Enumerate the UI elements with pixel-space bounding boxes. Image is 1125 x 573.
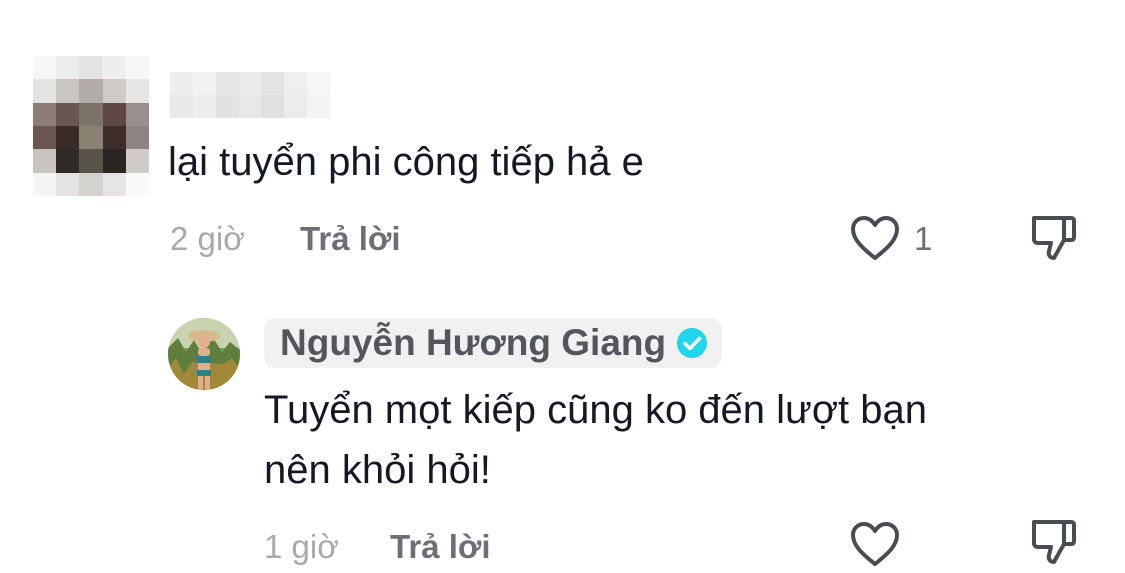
reply-time: 1 giờ xyxy=(264,528,339,565)
heart-outline-icon[interactable] xyxy=(849,214,901,262)
reply-button[interactable]: Trả lời xyxy=(300,220,401,258)
author-name-chip[interactable]: Nguyễn Hương Giang xyxy=(264,318,723,368)
heart-outline-icon[interactable] xyxy=(849,520,901,568)
author-name: Nguyễn Hương Giang xyxy=(280,322,667,363)
reply-text-line-1: Tuyển mọt kiếp cũng ko đến lượt bạn xyxy=(264,388,928,432)
verified-check-icon xyxy=(676,327,708,359)
blurred-username[interactable] xyxy=(170,72,330,118)
thumbs-down-outline-icon[interactable] xyxy=(1030,517,1078,567)
avatar[interactable] xyxy=(168,318,240,390)
like-count: 1 xyxy=(914,220,933,257)
thumbs-down-outline-icon[interactable] xyxy=(1030,213,1078,263)
reply-button[interactable]: Trả lời xyxy=(390,528,491,566)
comment-time: 2 giờ xyxy=(170,220,245,257)
reply-text-line-2: nên khỏi hỏi! xyxy=(264,448,491,492)
comment-text: lại tuyển phi công tiếp hả e xyxy=(168,140,644,184)
avatar-photo-image xyxy=(168,318,240,390)
blurred-avatar[interactable] xyxy=(33,56,149,196)
